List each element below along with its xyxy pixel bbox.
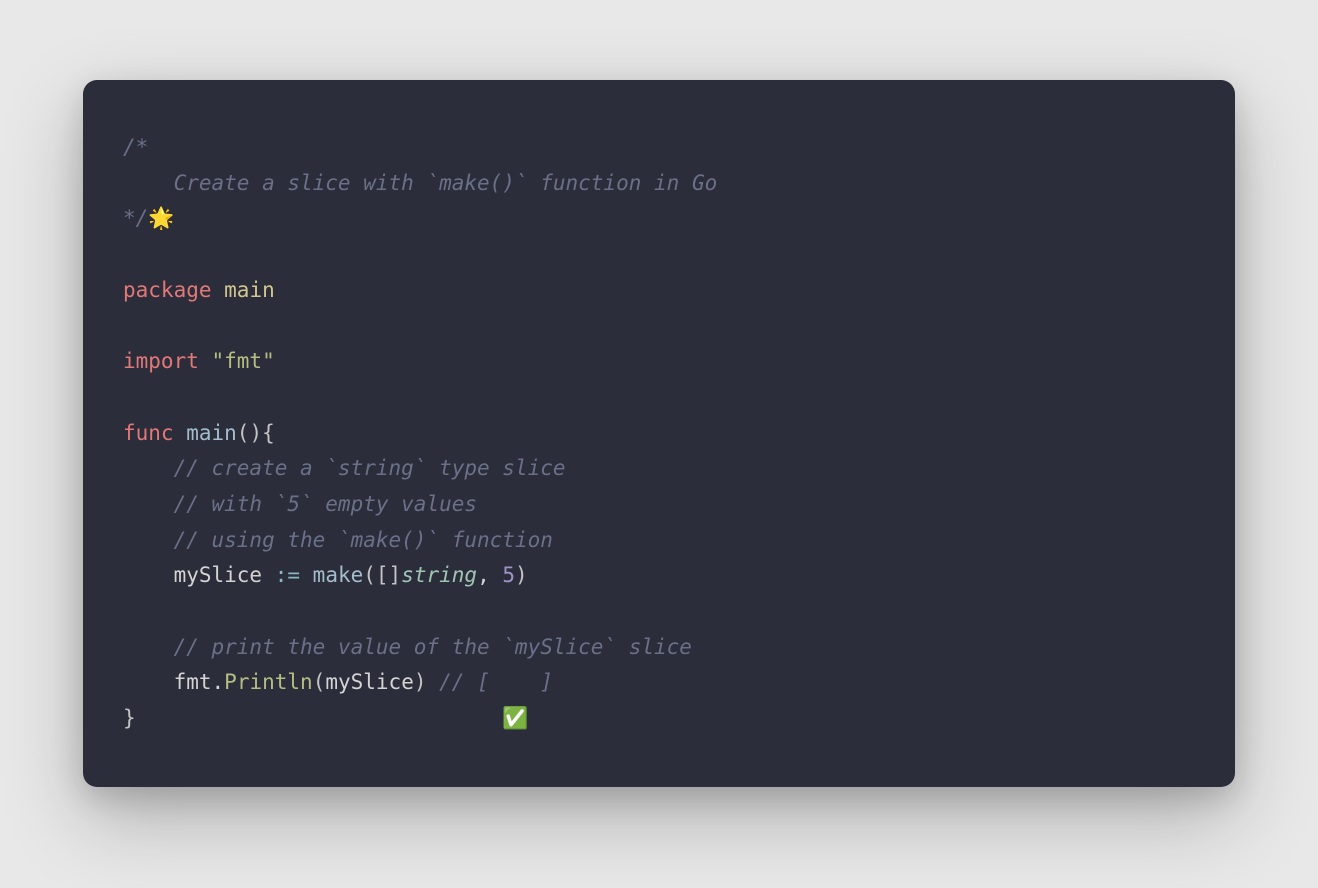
check-emoji: ✅ (502, 706, 528, 730)
indent (123, 563, 174, 587)
number-5: 5 (502, 563, 515, 587)
assign-operator: := (275, 563, 300, 587)
star-emoji: 🌟 (148, 206, 174, 230)
type-string: string (401, 563, 477, 587)
comment-block-line: Create a slice with `make()` function in… (123, 171, 717, 195)
paren-open-2: ( (313, 670, 326, 694)
fmt-pkg: fmt (174, 670, 212, 694)
code-block: /* Create a slice with `make()` function… (123, 130, 1195, 737)
func-name: main (174, 421, 237, 445)
brace-close: } (123, 706, 136, 730)
arg-myslice: mySlice (325, 670, 414, 694)
func-parens: () (237, 421, 262, 445)
comma: , (477, 563, 502, 587)
paren-open: ( (363, 563, 376, 587)
comment-line-3: // using the `make()` function (123, 528, 553, 552)
comment-result: // [ ] (427, 670, 553, 694)
comment-block-close: */ (123, 206, 148, 230)
make-call: make (300, 563, 363, 587)
comment-line-2: // with `5` empty values (123, 492, 477, 516)
package-name: main (212, 278, 275, 302)
var-myslice: mySlice (174, 563, 275, 587)
keyword-import: import (123, 349, 199, 373)
paren-close: ) (515, 563, 528, 587)
keyword-func: func (123, 421, 174, 445)
code-window: /* Create a slice with `make()` function… (83, 80, 1235, 787)
import-value: "fmt" (199, 349, 275, 373)
paren-close-2: ) (414, 670, 427, 694)
dot: . (212, 670, 225, 694)
padding (136, 706, 503, 730)
comment-line-4: // print the value of the `mySlice` slic… (123, 635, 692, 659)
bracket-pair: [] (376, 563, 401, 587)
indent (123, 670, 174, 694)
keyword-package: package (123, 278, 212, 302)
comment-line-1: // create a `string` type slice (123, 456, 566, 480)
brace-open: { (262, 421, 275, 445)
println-method: Println (224, 670, 313, 694)
comment-block-open: /* (123, 135, 148, 159)
